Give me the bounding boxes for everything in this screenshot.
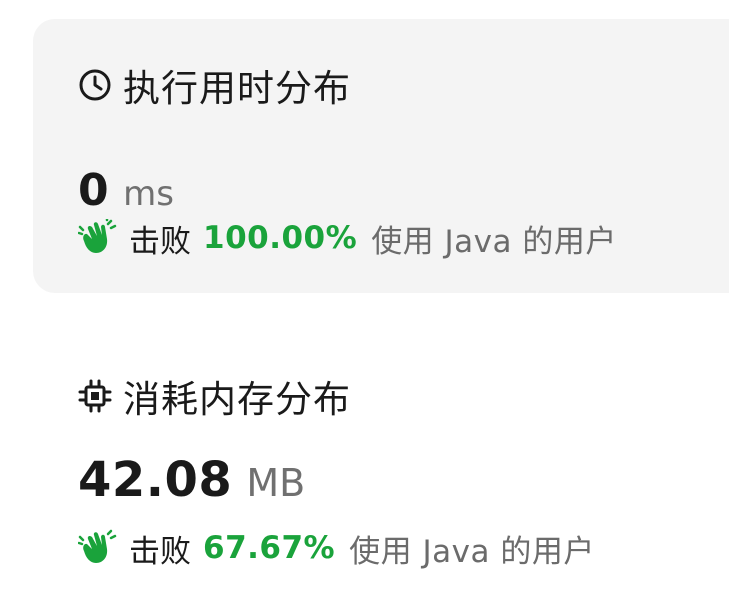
runtime-beat-label: 击败 bbox=[129, 223, 191, 260]
clapping-hands-icon bbox=[77, 528, 119, 568]
memory-beat-row: 击败 67.67% 使用 Java 的用户 bbox=[77, 527, 595, 570]
memory-unit: MB bbox=[246, 461, 306, 505]
clock-icon bbox=[77, 67, 113, 103]
memory-title-row: 消耗内存分布 bbox=[77, 370, 351, 422]
memory-beat-percent: 67.67% bbox=[203, 530, 336, 566]
runtime-value-row: 0 ms bbox=[78, 165, 174, 216]
chip-icon bbox=[77, 378, 113, 414]
memory-value-row: 42.08 MB bbox=[78, 452, 305, 508]
runtime-unit: ms bbox=[123, 174, 174, 214]
runtime-card[interactable]: 执行用时分布 0 ms 击败 100.00% 使用 Java 的用户 bbox=[33, 19, 729, 293]
clapping-hands-icon bbox=[77, 218, 119, 258]
runtime-title-row: 执行用时分布 bbox=[77, 59, 351, 111]
memory-beat-label: 击败 bbox=[129, 533, 191, 570]
memory-title: 消耗内存分布 bbox=[123, 378, 351, 421]
runtime-beat-percent: 100.00% bbox=[203, 220, 358, 256]
runtime-title: 执行用时分布 bbox=[123, 67, 351, 110]
runtime-value: 0 bbox=[78, 165, 110, 216]
memory-value: 42.08 bbox=[78, 452, 233, 508]
memory-beat-suffix: 使用 Java 的用户 bbox=[349, 533, 595, 570]
runtime-beat-suffix: 使用 Java 的用户 bbox=[371, 223, 617, 260]
submission-result-panel: 执行用时分布 0 ms 击败 100.00% 使用 Java 的用户 消耗内存分… bbox=[0, 0, 729, 599]
runtime-beat-row: 击败 100.00% 使用 Java 的用户 bbox=[77, 217, 617, 260]
memory-card[interactable]: 消耗内存分布 42.08 MB 击败 67.67% 使用 Java 的用户 bbox=[33, 330, 729, 590]
